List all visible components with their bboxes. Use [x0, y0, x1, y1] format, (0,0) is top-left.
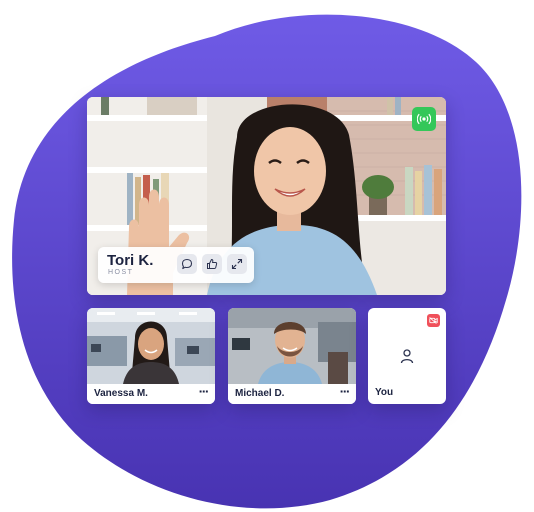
expand-button[interactable] [227, 254, 247, 274]
participant-video-feed [87, 308, 215, 384]
camera-off-badge [427, 314, 440, 327]
camera-off-icon [429, 317, 438, 324]
self-tile[interactable]: You [368, 308, 446, 404]
host-name: Tori K. [107, 252, 154, 269]
video-call-showcase: Tori K. HOST Vanessa M. ··· Michael D. ·… [0, 0, 534, 512]
host-video-tile[interactable]: Tori K. HOST [87, 97, 446, 295]
more-options-button[interactable]: ··· [198, 385, 209, 398]
participant-name: Michael D. [235, 388, 285, 399]
participant-tile-vanessa[interactable]: Vanessa M. ··· [87, 308, 215, 404]
like-button[interactable] [202, 254, 222, 274]
live-status-badge [412, 107, 436, 131]
chat-bubble-icon [181, 258, 193, 270]
host-info-panel: Tori K. HOST [98, 247, 254, 283]
self-name: You [375, 387, 394, 398]
participant-video-feed [228, 308, 356, 384]
host-role-label: HOST [108, 269, 134, 276]
expand-icon [231, 258, 243, 270]
chat-button[interactable] [177, 254, 197, 274]
more-options-button[interactable]: ··· [339, 385, 350, 398]
thumbs-up-icon [207, 259, 218, 269]
participant-footer: Vanessa M. ··· [87, 384, 215, 404]
participant-tile-michael[interactable]: Michael D. ··· [228, 308, 356, 404]
participant-footer: Michael D. ··· [228, 384, 356, 404]
broadcast-icon [417, 113, 431, 125]
participant-name: Vanessa M. [94, 388, 148, 399]
user-icon [400, 349, 414, 364]
